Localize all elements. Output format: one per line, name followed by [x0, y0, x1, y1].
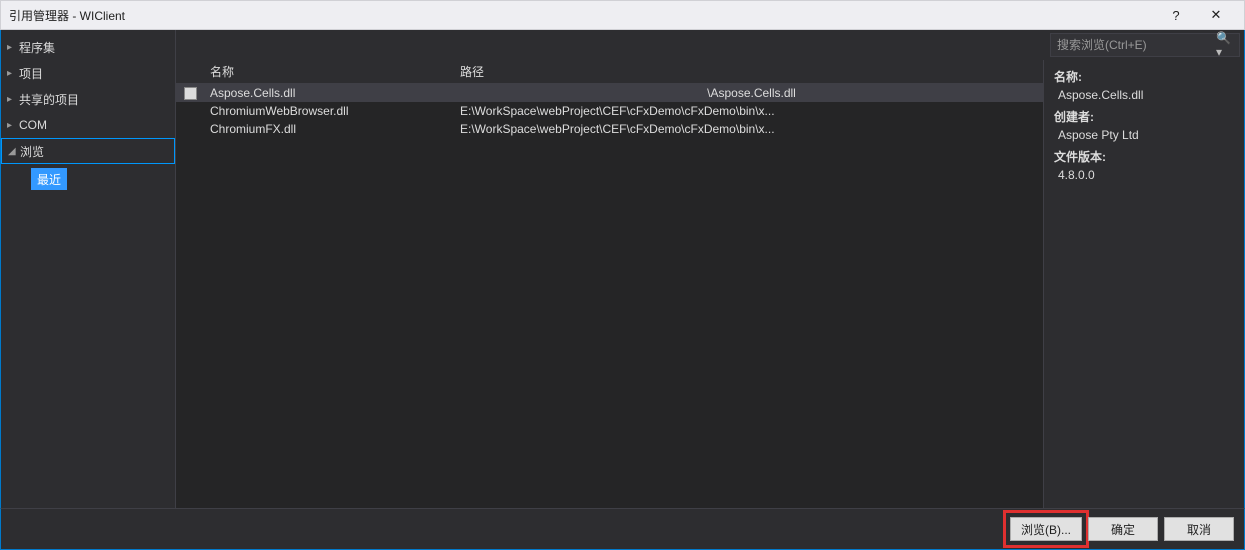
- dialog-footer: 浏览(B)... 确定 取消: [0, 508, 1245, 550]
- cell-path: E:\WorkSpace\webProject\CEF\cFxDemo\cFxD…: [456, 122, 1043, 136]
- sidebar-item-projects[interactable]: ▸ 项目: [1, 60, 175, 86]
- row-checkbox[interactable]: [184, 87, 197, 100]
- search-icon[interactable]: 🔍▾: [1216, 31, 1233, 59]
- search-box[interactable]: 🔍▾: [1050, 33, 1240, 57]
- chevron-right-icon: ▸: [7, 68, 12, 79]
- detail-creator-value: Aspose Pty Ltd: [1058, 126, 1234, 144]
- sidebar-item-label: 浏览: [20, 143, 44, 160]
- sidebar-subitem-recent[interactable]: 最近: [31, 168, 67, 190]
- chevron-right-icon: ▸: [7, 42, 12, 53]
- table-row[interactable]: ChromiumWebBrowser.dll E:\WorkSpace\webP…: [176, 102, 1043, 120]
- search-input[interactable]: [1057, 38, 1212, 52]
- col-header-path[interactable]: 路径: [456, 63, 1043, 80]
- table-row[interactable]: Aspose.Cells.dll \Aspose.Cells.dll: [176, 84, 1043, 102]
- sidebar-item-label: COM: [19, 118, 47, 132]
- cell-name: ChromiumFX.dll: [206, 122, 456, 136]
- window-title: 引用管理器 - WIClient: [9, 7, 1156, 24]
- cell-name: Aspose.Cells.dll: [206, 86, 456, 100]
- details-panel: 名称: Aspose.Cells.dll 创建者: Aspose Pty Ltd…: [1044, 60, 1244, 508]
- content-row: 名称 路径 Aspose.Cells.dll \Aspose.Cells.dll…: [176, 60, 1244, 508]
- sidebar-item-shared[interactable]: ▸ 共享的项目: [1, 86, 175, 112]
- detail-name-value: Aspose.Cells.dll: [1058, 86, 1234, 104]
- detail-version-label: 文件版本:: [1054, 148, 1234, 166]
- sidebar-item-label: 项目: [19, 65, 43, 82]
- chevron-right-icon: ▸: [7, 94, 12, 105]
- detail-version-value: 4.8.0.0: [1058, 166, 1234, 184]
- col-header-name[interactable]: 名称: [206, 63, 456, 80]
- close-button[interactable]: ✕: [1196, 1, 1236, 29]
- browse-button[interactable]: 浏览(B)...: [1010, 517, 1082, 541]
- cancel-button[interactable]: 取消: [1164, 517, 1234, 541]
- cell-path: E:\WorkSpace\webProject\CEF\cFxDemo\cFxD…: [456, 104, 1043, 118]
- table-body: Aspose.Cells.dll \Aspose.Cells.dll Chrom…: [176, 84, 1043, 508]
- titlebar: 引用管理器 - WIClient ? ✕: [0, 0, 1245, 30]
- sidebar: ▸ 程序集 ▸ 项目 ▸ 共享的项目 ▸ COM ◢ 浏览 最近: [1, 30, 176, 508]
- detail-creator-label: 创建者:: [1054, 108, 1234, 126]
- search-row: 🔍▾: [176, 30, 1244, 60]
- reference-table: 名称 路径 Aspose.Cells.dll \Aspose.Cells.dll…: [176, 60, 1044, 508]
- sidebar-item-label: 共享的项目: [19, 91, 79, 108]
- dialog-body: ▸ 程序集 ▸ 项目 ▸ 共享的项目 ▸ COM ◢ 浏览 最近 🔍▾: [0, 30, 1245, 508]
- sidebar-item-label: 程序集: [19, 39, 55, 56]
- sidebar-item-assemblies[interactable]: ▸ 程序集: [1, 34, 175, 60]
- chevron-down-icon: ◢: [8, 146, 16, 157]
- main-content: 🔍▾ 名称 路径 Aspose.Cells.dll \Aspose.Cells.…: [176, 30, 1244, 508]
- table-row[interactable]: ChromiumFX.dll E:\WorkSpace\webProject\C…: [176, 120, 1043, 138]
- cell-path: \Aspose.Cells.dll: [456, 86, 1043, 100]
- chevron-right-icon: ▸: [7, 120, 12, 131]
- detail-name-label: 名称:: [1054, 68, 1234, 86]
- sidebar-item-browse[interactable]: ◢ 浏览: [1, 138, 175, 164]
- sidebar-item-com[interactable]: ▸ COM: [1, 112, 175, 138]
- help-button[interactable]: ?: [1156, 1, 1196, 29]
- ok-button[interactable]: 确定: [1088, 517, 1158, 541]
- cell-name: ChromiumWebBrowser.dll: [206, 104, 456, 118]
- table-header: 名称 路径: [176, 60, 1043, 84]
